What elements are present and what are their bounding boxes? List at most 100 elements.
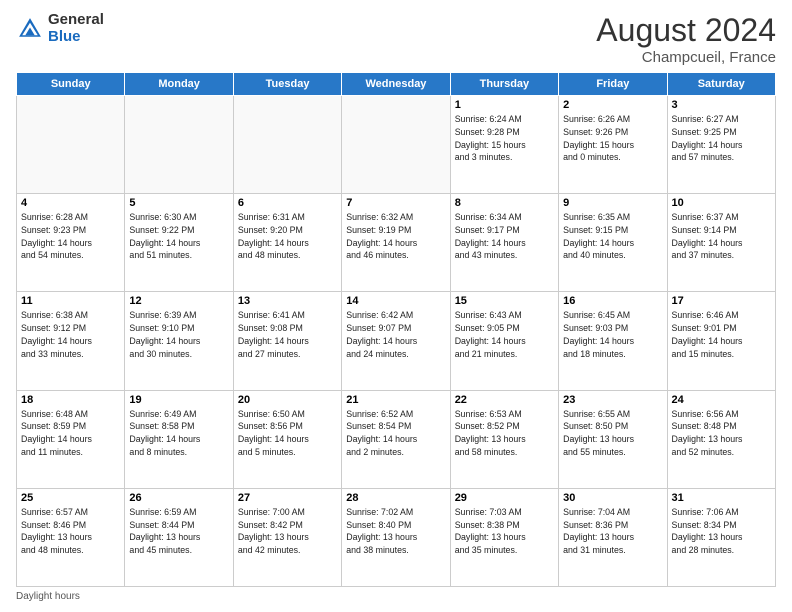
calendar-cell: 16Sunrise: 6:45 AMSunset: 9:03 PMDayligh… [559,292,667,390]
day-info: Sunrise: 7:00 AMSunset: 8:42 PMDaylight:… [238,506,337,557]
week-row-2: 4 Sunrise: 6:28 AMSunset: 9:23 PMDaylight… [17,194,776,292]
calendar-cell: 12 Sunrise: 6:39 AMSunset: 9:10 PMDayligh… [125,292,233,390]
weekday-header-wednesday: Wednesday [342,73,450,96]
calendar-table: SundayMondayTuesdayWednesdayThursdayFrid… [16,72,776,587]
logo-text: General Blue [48,12,104,45]
day-number: 28 [346,492,445,504]
calendar-cell: 29Sunrise: 7:03 AMSunset: 8:38 PMDayligh… [450,488,558,586]
day-number: 12 [129,295,228,307]
day-info: Sunrise: 6:50 AMSunset: 8:56 PMDaylight:… [238,408,337,459]
footer: Daylight hours [16,591,776,602]
day-number: 25 [21,492,120,504]
day-number: 23 [563,394,662,406]
calendar-cell: 26 Sunrise: 6:59 AMSunset: 8:44 PMDayligh… [125,488,233,586]
calendar-cell: 20 Sunrise: 6:50 AMSunset: 8:56 PMDayligh… [233,390,341,488]
day-info: Sunrise: 6:28 AMSunset: 9:23 PMDaylight:… [21,211,120,262]
day-info: Sunrise: 6:38 AMSunset: 9:12 PMDaylight:… [21,309,120,360]
calendar-cell: 22 Sunrise: 6:53 AMSunset: 8:52 PMDayligh… [450,390,558,488]
calendar-cell: 30 Sunrise: 7:04 AMSunset: 8:36 PMDayligh… [559,488,667,586]
day-number: 8 [455,197,554,209]
day-number: 4 [21,197,120,209]
week-row-5: 25 Sunrise: 6:57 AMSunset: 8:46 PMDayligh… [17,488,776,586]
day-number: 18 [21,394,120,406]
day-info: Sunrise: 6:48 AMSunset: 8:59 PMDaylight:… [21,408,120,459]
week-row-4: 18 Sunrise: 6:48 AMSunset: 8:59 PMDayligh… [17,390,776,488]
day-number: 2 [563,99,662,111]
day-number: 7 [346,197,445,209]
logo-blue: Blue [48,29,104,46]
calendar-cell: 15 Sunrise: 6:43 AMSunset: 9:05 PMDayligh… [450,292,558,390]
day-info: Sunrise: 6:53 AMSunset: 8:52 PMDaylight:… [455,408,554,459]
calendar-cell: 31 Sunrise: 7:06 AMSunset: 8:34 PMDayligh… [667,488,775,586]
logo-icon [16,15,44,43]
calendar-cell [342,96,450,194]
calendar-cell: 19 Sunrise: 6:49 AMSunset: 8:58 PMDayligh… [125,390,233,488]
day-info: Sunrise: 6:42 AMSunset: 9:07 PMDaylight:… [346,309,445,360]
day-number: 26 [129,492,228,504]
calendar-cell: 14 Sunrise: 6:42 AMSunset: 9:07 PMDayligh… [342,292,450,390]
title-block: August 2024 Champcueil, France [596,12,776,66]
calendar-cell [233,96,341,194]
logo: General Blue [16,12,104,45]
day-info: Sunrise: 6:45 AMSunset: 9:03 PMDaylight:… [563,309,662,360]
day-number: 14 [346,295,445,307]
calendar-cell: 18 Sunrise: 6:48 AMSunset: 8:59 PMDayligh… [17,390,125,488]
day-info: Sunrise: 6:27 AMSunset: 9:25 PMDaylight:… [672,113,771,164]
calendar-cell: 13 Sunrise: 6:41 AMSunset: 9:08 PMDayligh… [233,292,341,390]
calendar-cell: 7 Sunrise: 6:32 AMSunset: 9:19 PMDaylight… [342,194,450,292]
day-info: Sunrise: 6:41 AMSunset: 9:08 PMDaylight:… [238,309,337,360]
day-info: Sunrise: 6:30 AMSunset: 9:22 PMDaylight:… [129,211,228,262]
weekday-header-row: SundayMondayTuesdayWednesdayThursdayFrid… [17,73,776,96]
day-number: 3 [672,99,771,111]
day-info: Sunrise: 6:52 AMSunset: 8:54 PMDaylight:… [346,408,445,459]
day-number: 31 [672,492,771,504]
day-info: Sunrise: 6:59 AMSunset: 8:44 PMDaylight:… [129,506,228,557]
day-info: Sunrise: 7:02 AMSunset: 8:40 PMDaylight:… [346,506,445,557]
day-number: 24 [672,394,771,406]
header: General Blue August 2024 Champcueil, Fra… [16,12,776,66]
calendar-cell: 10 Sunrise: 6:37 AMSunset: 9:14 PMDayligh… [667,194,775,292]
day-info: Sunrise: 6:35 AMSunset: 9:15 PMDaylight:… [563,211,662,262]
calendar-cell: 23Sunrise: 6:55 AMSunset: 8:50 PMDayligh… [559,390,667,488]
week-row-1: 1Sunrise: 6:24 AMSunset: 9:28 PMDaylight… [17,96,776,194]
calendar-cell: 21Sunrise: 6:52 AMSunset: 8:54 PMDayligh… [342,390,450,488]
day-info: Sunrise: 6:24 AMSunset: 9:28 PMDaylight:… [455,113,554,164]
calendar-cell: 1Sunrise: 6:24 AMSunset: 9:28 PMDaylight… [450,96,558,194]
calendar-cell [17,96,125,194]
calendar-cell: 8Sunrise: 6:34 AMSunset: 9:17 PMDaylight… [450,194,558,292]
calendar-cell: 17Sunrise: 6:46 AMSunset: 9:01 PMDayligh… [667,292,775,390]
weekday-header-saturday: Saturday [667,73,775,96]
day-info: Sunrise: 6:49 AMSunset: 8:58 PMDaylight:… [129,408,228,459]
calendar-page: General Blue August 2024 Champcueil, Fra… [0,0,792,612]
month-title: August 2024 [596,12,776,49]
day-info: Sunrise: 6:57 AMSunset: 8:46 PMDaylight:… [21,506,120,557]
day-info: Sunrise: 6:37 AMSunset: 9:14 PMDaylight:… [672,211,771,262]
day-info: Sunrise: 6:31 AMSunset: 9:20 PMDaylight:… [238,211,337,262]
day-number: 15 [455,295,554,307]
day-number: 13 [238,295,337,307]
day-number: 10 [672,197,771,209]
day-number: 22 [455,394,554,406]
calendar-cell: 27 Sunrise: 7:00 AMSunset: 8:42 PMDayligh… [233,488,341,586]
day-info: Sunrise: 6:26 AMSunset: 9:26 PMDaylight:… [563,113,662,164]
day-number: 11 [21,295,120,307]
day-number: 20 [238,394,337,406]
day-info: Sunrise: 7:04 AMSunset: 8:36 PMDaylight:… [563,506,662,557]
weekday-header-tuesday: Tuesday [233,73,341,96]
day-info: Sunrise: 6:39 AMSunset: 9:10 PMDaylight:… [129,309,228,360]
week-row-3: 11 Sunrise: 6:38 AMSunset: 9:12 PMDayligh… [17,292,776,390]
calendar-cell: 9 Sunrise: 6:35 AMSunset: 9:15 PMDaylight… [559,194,667,292]
calendar-cell: 4 Sunrise: 6:28 AMSunset: 9:23 PMDaylight… [17,194,125,292]
day-info: Sunrise: 6:43 AMSunset: 9:05 PMDaylight:… [455,309,554,360]
day-number: 9 [563,197,662,209]
day-number: 27 [238,492,337,504]
location-title: Champcueil, France [596,49,776,66]
day-number: 19 [129,394,228,406]
day-info: Sunrise: 6:32 AMSunset: 9:19 PMDaylight:… [346,211,445,262]
day-info: Sunrise: 7:03 AMSunset: 8:38 PMDaylight:… [455,506,554,557]
calendar-cell: 24Sunrise: 6:56 AMSunset: 8:48 PMDayligh… [667,390,775,488]
footer-text: Daylight hours [16,591,80,602]
day-number: 30 [563,492,662,504]
calendar-cell: 5Sunrise: 6:30 AMSunset: 9:22 PMDaylight… [125,194,233,292]
day-info: Sunrise: 7:06 AMSunset: 8:34 PMDaylight:… [672,506,771,557]
